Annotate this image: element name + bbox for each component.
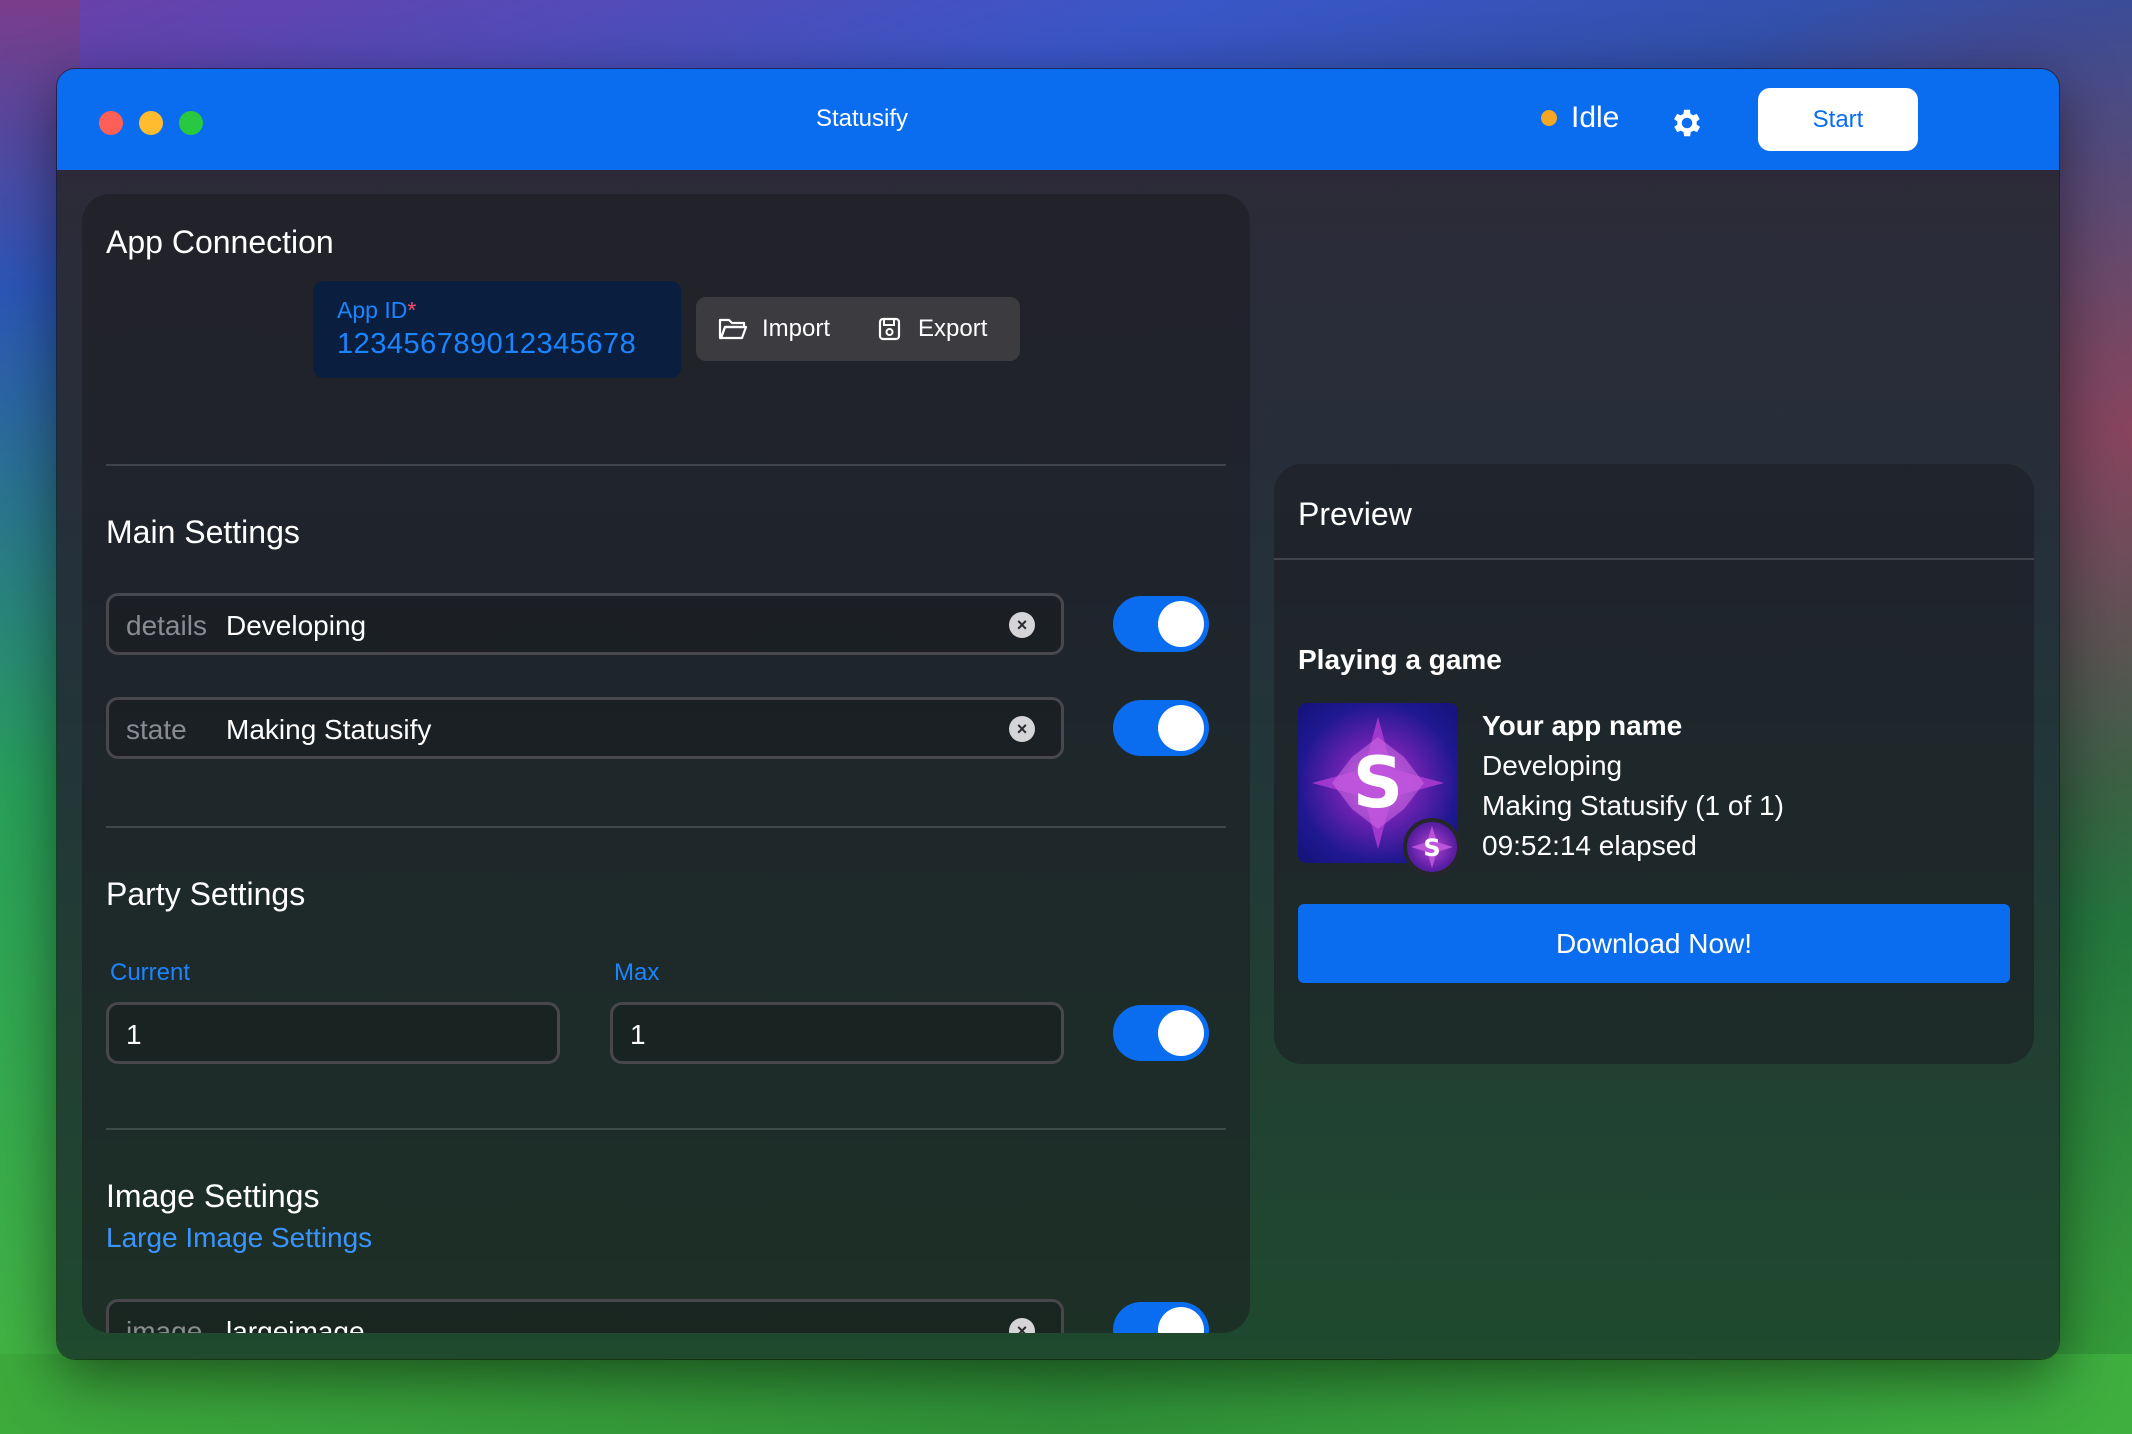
- app-id-value[interactable]: 123456789012345678: [337, 328, 681, 361]
- section-divider: [106, 464, 1226, 466]
- large-image-letter: S: [1353, 742, 1403, 824]
- main-settings-heading: Main Settings: [106, 514, 300, 550]
- window-title: Statusify: [815, 105, 909, 132]
- image-field-key: image: [126, 1316, 203, 1333]
- party-current-input[interactable]: 1: [106, 1002, 560, 1064]
- status-dot-icon: [1541, 110, 1557, 126]
- save-disk-icon: [878, 317, 901, 341]
- gear-icon[interactable]: [1669, 105, 1705, 141]
- preview-heading: Preview: [1298, 496, 1412, 532]
- app-id-label-text: App ID: [337, 297, 408, 323]
- app-id-field[interactable]: App ID* 123456789012345678: [313, 281, 681, 378]
- state-field-value[interactable]: Making Statusify: [226, 714, 431, 746]
- details-field-key: details: [126, 610, 207, 641]
- import-label: Import: [762, 315, 831, 342]
- clear-icon[interactable]: ×: [1009, 612, 1035, 638]
- section-divider: [106, 826, 1226, 828]
- preview-divider: [1274, 558, 2034, 560]
- required-mark: *: [407, 297, 417, 323]
- state-toggle[interactable]: [1113, 700, 1209, 756]
- export-button[interactable]: Export: [852, 297, 1009, 361]
- import-button[interactable]: Import: [696, 297, 852, 361]
- preview-elapsed: 09:52:14 elapsed: [1482, 830, 1697, 861]
- desktop-wallpaper-bottom: [0, 1354, 2132, 1434]
- image-toggle[interactable]: [1113, 1302, 1209, 1333]
- download-now-button[interactable]: Download Now!: [1298, 904, 2010, 983]
- image-field[interactable]: image largeimage ×: [106, 1299, 1064, 1333]
- export-label: Export: [918, 315, 988, 342]
- settings-panel[interactable]: App Connection App ID* 12345678901234567…: [82, 194, 1250, 1333]
- current-label: Current: [110, 959, 191, 986]
- party-settings-heading: Party Settings: [106, 876, 306, 912]
- party-max-value: 1: [630, 1019, 646, 1050]
- import-export-group: Import Export: [696, 297, 1020, 361]
- preview-panel: Preview Playing a game S S Your app name…: [1274, 464, 2034, 1064]
- section-divider: [106, 1128, 1226, 1130]
- preview-state: Making Statusify (1 of 1): [1482, 790, 1784, 821]
- small-image-icon: S: [1403, 818, 1461, 876]
- title-bar: Statusify Idle Start: [57, 69, 2059, 170]
- status-text: Idle: [1571, 101, 1620, 134]
- state-field-key: state: [126, 714, 187, 745]
- small-image-letter: S: [1423, 834, 1440, 862]
- app-connection-heading: App Connection: [106, 224, 334, 260]
- details-toggle[interactable]: [1113, 596, 1209, 652]
- folder-open-icon: [718, 318, 748, 340]
- preview-app-name: Your app name: [1482, 710, 1683, 741]
- clear-icon[interactable]: ×: [1009, 716, 1035, 742]
- details-field[interactable]: details Developing ×: [106, 593, 1064, 655]
- status-indicator: Idle: [1541, 101, 1619, 135]
- preview-text: Your app name Developing Making Statusif…: [1482, 706, 1784, 866]
- preview-details: Developing: [1482, 750, 1623, 781]
- image-field-value[interactable]: largeimage: [226, 1316, 365, 1333]
- app-window: Statusify Idle Start App Connection App …: [57, 69, 2059, 1359]
- activity-heading: Playing a game: [1298, 644, 1502, 675]
- state-field[interactable]: state Making Statusify ×: [106, 697, 1064, 759]
- start-button[interactable]: Start: [1758, 88, 1918, 151]
- party-current-value: 1: [126, 1019, 142, 1050]
- clear-icon[interactable]: ×: [1009, 1318, 1035, 1333]
- party-max-input[interactable]: 1: [610, 1002, 1064, 1064]
- image-settings-heading: Image Settings: [106, 1178, 320, 1214]
- max-label: Max: [614, 959, 660, 986]
- party-toggle[interactable]: [1113, 1005, 1209, 1061]
- details-field-value[interactable]: Developing: [226, 610, 366, 642]
- large-image-settings-link[interactable]: Large Image Settings: [106, 1222, 372, 1254]
- app-id-label: App ID*: [337, 297, 681, 324]
